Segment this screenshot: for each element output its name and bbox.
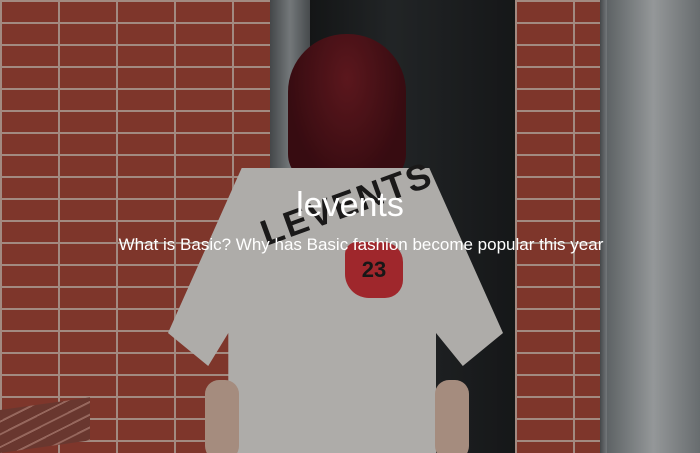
article-headline[interactable]: What is Basic? Why has Basic fashion bec…: [0, 235, 700, 255]
brand-logo[interactable]: levents: [0, 186, 700, 225]
dark-overlay: [0, 0, 700, 453]
